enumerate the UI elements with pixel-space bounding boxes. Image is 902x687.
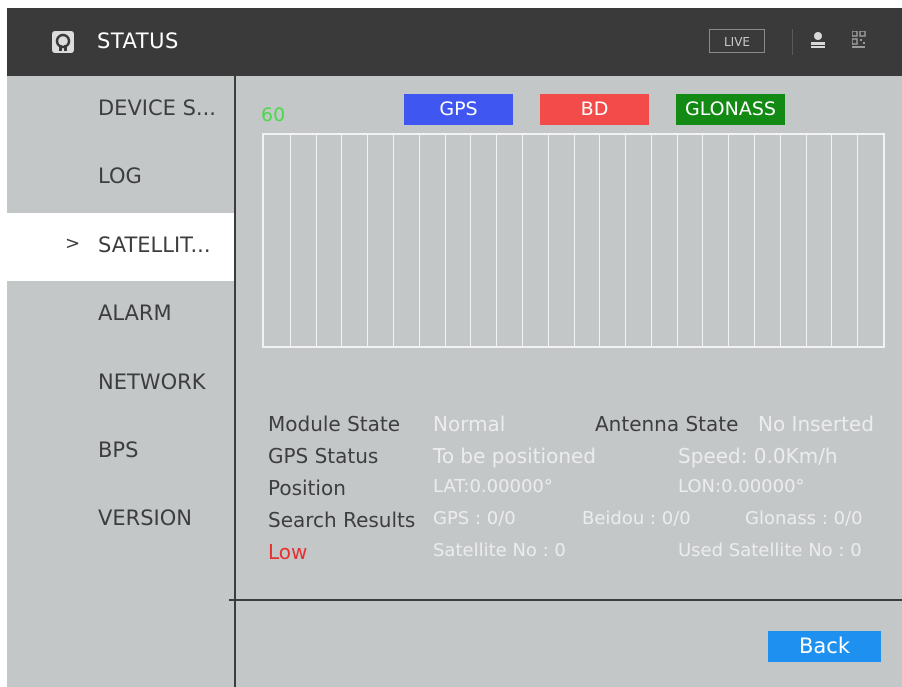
sidebar-item-log[interactable]: LOG <box>7 144 234 212</box>
chevron-right-icon: > <box>65 233 81 254</box>
legend-gps: GPS <box>404 94 513 125</box>
sidebar-item-network[interactable]: NETWORK <box>7 350 234 418</box>
header-divider <box>792 29 793 55</box>
grid-line <box>574 135 575 346</box>
grid-line <box>625 135 626 346</box>
grid-line <box>341 135 342 346</box>
used-satellite-no-value: Used Satellite No : 0 <box>678 540 862 561</box>
grid-line <box>316 135 317 346</box>
grid-line <box>831 135 832 346</box>
grid-line <box>367 135 368 346</box>
footer-divider <box>229 599 902 601</box>
legend-label: BD <box>580 98 609 120</box>
module-state-label: Module State <box>268 412 401 436</box>
legend-label: GLONASS <box>685 98 776 120</box>
grid-line <box>393 135 394 346</box>
sidebar-item-label: BPS <box>98 438 139 462</box>
qr-icon[interactable] <box>852 31 866 49</box>
beidou-count: Beidou : 0/0 <box>582 508 691 529</box>
legend-bd: BD <box>540 94 649 125</box>
longitude-value: LON:0.00000° <box>678 476 805 497</box>
gps-count: GPS : 0/0 <box>433 508 516 529</box>
grid-line <box>470 135 471 346</box>
app-logo-icon <box>52 31 74 53</box>
sidebar-item-label: DEVICE S... <box>98 96 216 120</box>
grid-line <box>651 135 652 346</box>
grid-line <box>780 135 781 346</box>
grid-line <box>728 135 729 346</box>
sidebar-item-label: LOG <box>98 164 142 188</box>
back-button[interactable]: Back <box>768 631 881 662</box>
sidebar: DEVICE S... LOG > SATELLIT... ALARM NETW… <box>7 76 234 687</box>
grid-line <box>496 135 497 346</box>
position-label: Position <box>268 476 346 500</box>
satellite-signal-grid <box>262 133 885 348</box>
sidebar-item-label: ALARM <box>98 301 172 325</box>
sidebar-item-alarm[interactable]: ALARM <box>7 281 234 349</box>
antenna-state-value: No Inserted <box>758 412 874 436</box>
module-state-value: Normal <box>433 412 506 436</box>
grid-line <box>548 135 549 346</box>
sidebar-item-satellite[interactable]: > SATELLIT... <box>7 213 234 281</box>
signal-scale-label: 60 <box>261 104 286 126</box>
grid-line <box>857 135 858 346</box>
latitude-value: LAT:0.00000° <box>433 476 553 497</box>
grid-line <box>754 135 755 346</box>
sidebar-item-version[interactable]: VERSION <box>7 486 234 554</box>
glonass-count: Glonass : 0/0 <box>745 508 863 529</box>
sidebar-item-bps[interactable]: BPS <box>7 418 234 486</box>
top-bar: STATUS LIVE <box>7 8 902 76</box>
live-button[interactable]: LIVE <box>709 29 765 53</box>
grid-line <box>290 135 291 346</box>
grid-line <box>806 135 807 346</box>
grid-line <box>599 135 600 346</box>
grid-line <box>522 135 523 346</box>
search-results-label: Search Results <box>268 508 416 532</box>
gps-status-label: GPS Status <box>268 444 379 468</box>
sidebar-divider <box>234 76 236 687</box>
sidebar-item-device-status[interactable]: DEVICE S... <box>7 76 234 144</box>
antenna-state-label: Antenna State <box>595 412 739 436</box>
grid-line <box>445 135 446 346</box>
satellite-no-value: Satellite No : 0 <box>433 540 566 561</box>
sidebar-item-label: NETWORK <box>98 370 206 394</box>
grid-line <box>702 135 703 346</box>
sidebar-item-label: VERSION <box>98 506 192 530</box>
user-icon[interactable] <box>810 31 826 49</box>
gps-status-value: To be positioned <box>433 444 596 468</box>
signal-level-value: Low <box>268 540 308 564</box>
grid-line <box>419 135 420 346</box>
page-title: STATUS <box>97 29 179 53</box>
grid-line <box>677 135 678 346</box>
legend-glonass: GLONASS <box>676 94 785 125</box>
legend-label: GPS <box>439 98 478 120</box>
speed-value: Speed: 0.0Km/h <box>678 444 838 468</box>
sidebar-item-label: SATELLIT... <box>98 233 211 257</box>
